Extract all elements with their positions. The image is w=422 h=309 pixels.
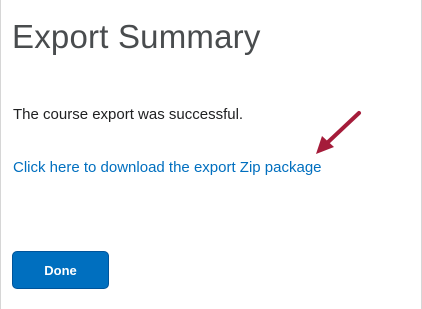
page-title: Export Summary xyxy=(12,18,261,55)
export-summary-panel: Export Summary The course export was suc… xyxy=(0,0,422,309)
download-export-zip-link[interactable]: Click here to download the export Zip pa… xyxy=(13,159,322,176)
done-button[interactable]: Done xyxy=(12,251,109,289)
arrow-pointer-icon xyxy=(316,111,361,154)
export-status-message: The course export was successful. xyxy=(13,106,244,123)
